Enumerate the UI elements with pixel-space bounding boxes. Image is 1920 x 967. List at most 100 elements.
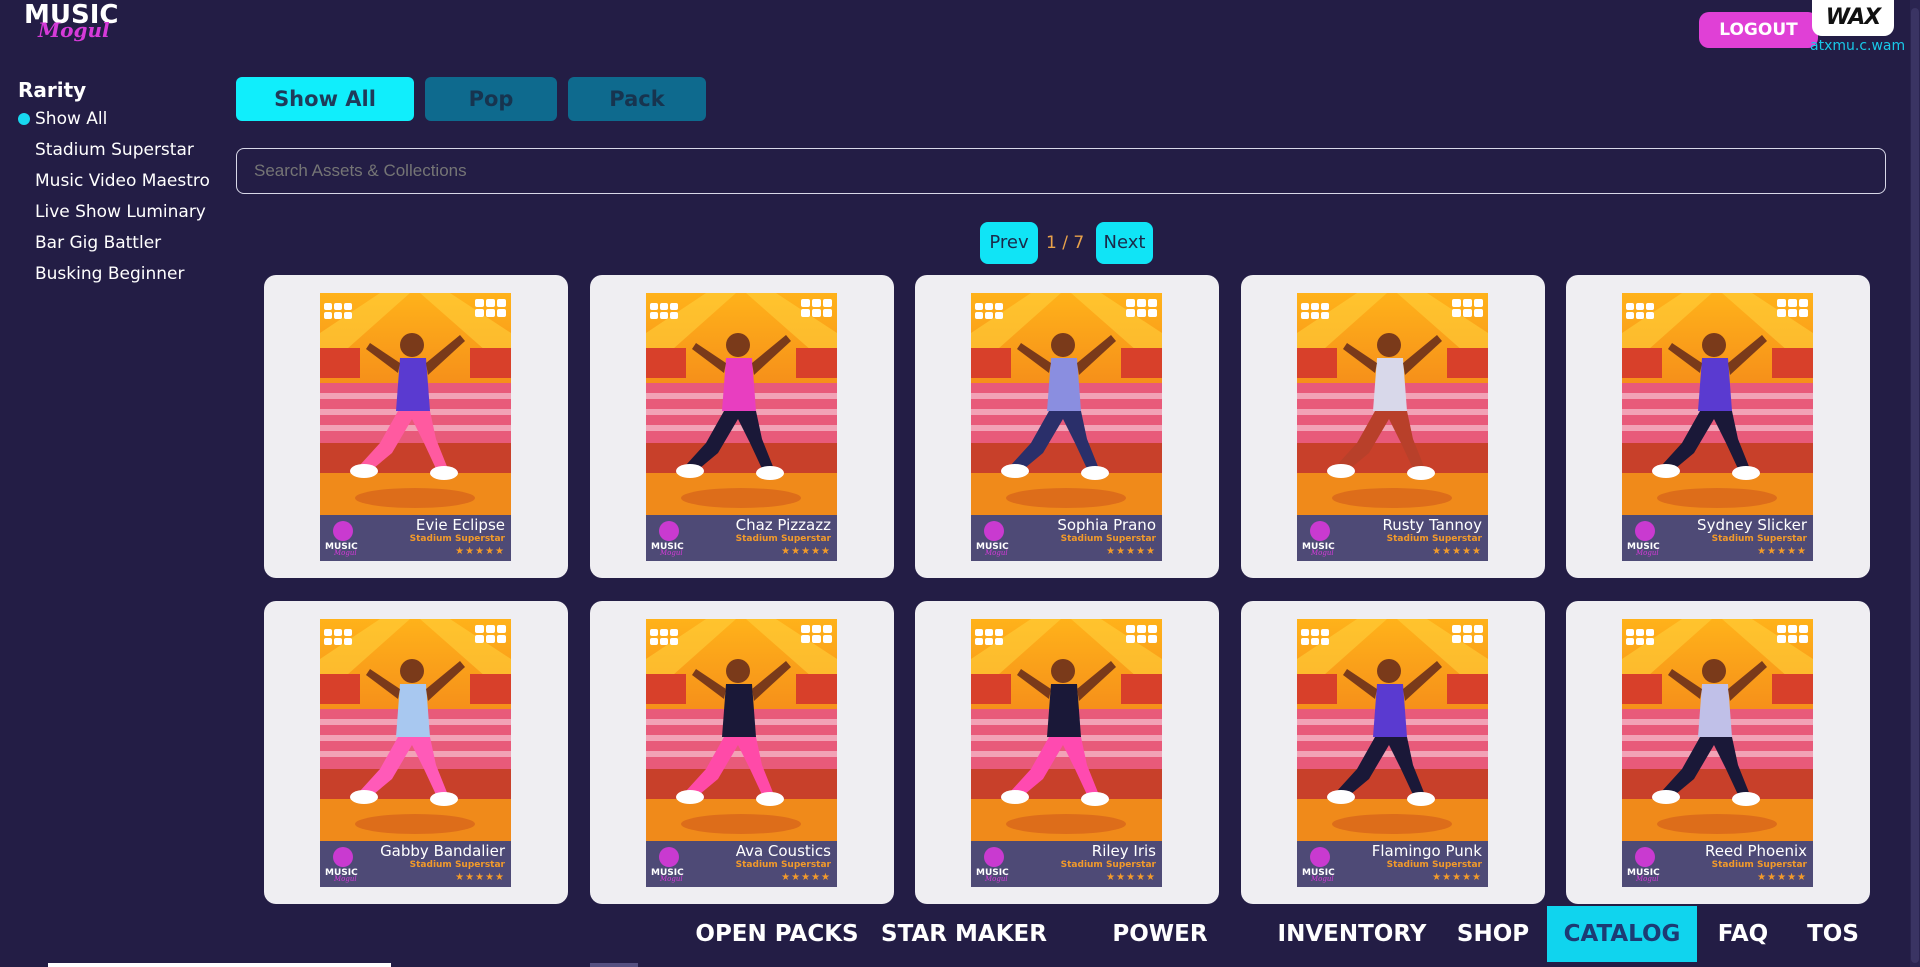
- wax-wallet-badge[interactable]: WAX: [1812, 0, 1894, 36]
- search-input[interactable]: [236, 148, 1886, 194]
- mini-logo-subtext: Mogul: [985, 875, 1008, 883]
- mini-logo-subtext: Mogul: [660, 875, 683, 883]
- music-mogul-mini-logo: MUSIC Mogul: [325, 847, 361, 885]
- selected-dot-icon: [18, 113, 30, 125]
- music-mogul-mini-logo: MUSIC Mogul: [1302, 847, 1338, 885]
- card-artwork: MUSIC Mogul Ava Coustics Stadium Superst…: [646, 619, 837, 887]
- rarity-option-label: Stadium Superstar: [35, 140, 194, 160]
- card-name: Ava Coustics: [735, 842, 831, 860]
- card-artwork: MUSIC Mogul Rusty Tannoy Stadium Superst…: [1297, 293, 1488, 561]
- card-info-band: MUSIC Mogul Flamingo Punk Stadium Supers…: [1297, 841, 1488, 887]
- rarity-option-label: Show All: [35, 109, 108, 129]
- nav-catalog[interactable]: CATALOG: [1547, 906, 1697, 962]
- card-info-band: MUSIC Mogul Sydney Slicker Stadium Super…: [1622, 515, 1813, 561]
- filter-pack-button[interactable]: Pack: [568, 77, 706, 121]
- nav-shop[interactable]: SHOP: [1452, 906, 1534, 962]
- logo-text-mogul: Mogul: [38, 18, 110, 42]
- mini-logo-subtext: Mogul: [334, 549, 357, 557]
- card-artwork: MUSIC Mogul Sydney Slicker Stadium Super…: [1622, 293, 1813, 561]
- asset-card[interactable]: MUSIC Mogul Sophia Prano Stadium Superst…: [915, 275, 1219, 578]
- asset-card[interactable]: MUSIC Mogul Ava Coustics Stadium Superst…: [590, 601, 894, 904]
- card-info-band: MUSIC Mogul Riley Iris Stadium Superstar…: [971, 841, 1162, 887]
- nav-tos[interactable]: TOS: [1796, 906, 1870, 962]
- horizontal-scrollbar-thumb[interactable]: [48, 963, 391, 967]
- filter-pop-button[interactable]: Pop: [425, 77, 557, 121]
- filter-show-all-button[interactable]: Show All: [236, 77, 414, 121]
- card-info-band: MUSIC Mogul Evie Eclipse Stadium Superst…: [320, 515, 511, 561]
- rarity-option-music-video-maestro[interactable]: Music Video Maestro: [18, 169, 210, 200]
- card-name: Riley Iris: [1091, 842, 1156, 860]
- card-artwork: MUSIC Mogul Reed Phoenix Stadium Superst…: [1622, 619, 1813, 887]
- rarity-option-label: Busking Beginner: [35, 264, 185, 284]
- rarity-option-live-show-luminary[interactable]: Live Show Luminary: [18, 200, 210, 231]
- card-info-band: MUSIC Mogul Chaz Pizzazz Stadium Superst…: [646, 515, 837, 561]
- card-artwork: MUSIC Mogul Sophia Prano Stadium Superst…: [971, 293, 1162, 561]
- asset-card[interactable]: MUSIC Mogul Chaz Pizzazz Stadium Superst…: [590, 275, 894, 578]
- card-name: Reed Phoenix: [1704, 842, 1807, 860]
- card-rarity: Stadium Superstar: [1711, 860, 1807, 870]
- music-mogul-mini-logo: MUSIC Mogul: [325, 521, 361, 559]
- nav-faq[interactable]: FAQ: [1707, 906, 1779, 962]
- music-mogul-mini-logo: MUSIC Mogul: [1302, 521, 1338, 559]
- music-mogul-logo[interactable]: MUSIC Mogul: [24, 2, 118, 42]
- card-artwork: MUSIC Mogul Chaz Pizzazz Stadium Superst…: [646, 293, 837, 561]
- card-stars: ★★★★★: [455, 872, 505, 883]
- vertical-scrollbar-thumb[interactable]: [1911, 8, 1919, 963]
- prev-page-button[interactable]: Prev: [980, 222, 1038, 264]
- mini-logo-subtext: Mogul: [1311, 875, 1334, 883]
- page-indicator: 1 / 7: [1046, 233, 1085, 253]
- asset-card[interactable]: MUSIC Mogul Evie Eclipse Stadium Superst…: [264, 275, 568, 578]
- logout-button[interactable]: LOGOUT: [1699, 12, 1818, 48]
- rarity-option-label: Bar Gig Battler: [35, 233, 162, 253]
- card-name: Gabby Bandalier: [380, 842, 505, 860]
- asset-card[interactable]: MUSIC Mogul Sydney Slicker Stadium Super…: [1566, 275, 1870, 578]
- music-mogul-mini-logo: MUSIC Mogul: [1627, 521, 1663, 559]
- card-stars: ★★★★★: [455, 546, 505, 557]
- horizontal-scrollbar-segment: [590, 963, 638, 967]
- music-mogul-mini-logo: MUSIC Mogul: [1627, 847, 1663, 885]
- rarity-option-label: Music Video Maestro: [35, 171, 210, 191]
- rarity-option-busking-beginner[interactable]: Busking Beginner: [18, 262, 210, 293]
- card-info-band: MUSIC Mogul Sophia Prano Stadium Superst…: [971, 515, 1162, 561]
- rarity-option-stadium-superstar[interactable]: Stadium Superstar: [18, 138, 210, 169]
- card-rarity: Stadium Superstar: [1711, 534, 1807, 544]
- nav-power-score[interactable]: POWER SCORE: [1068, 906, 1252, 962]
- card-name: Rusty Tannoy: [1382, 516, 1482, 534]
- card-stars: ★★★★★: [1432, 872, 1482, 883]
- card-artwork: MUSIC Mogul Gabby Bandalier Stadium Supe…: [320, 619, 511, 887]
- rarity-option-bar-gig-battler[interactable]: Bar Gig Battler: [18, 231, 210, 262]
- card-stars: ★★★★★: [781, 546, 831, 557]
- mini-logo-subtext: Mogul: [1311, 549, 1334, 557]
- card-rarity: Stadium Superstar: [1386, 534, 1482, 544]
- rarity-option-label: Live Show Luminary: [35, 202, 206, 222]
- card-stars: ★★★★★: [781, 872, 831, 883]
- asset-card[interactable]: MUSIC Mogul Flamingo Punk Stadium Supers…: [1241, 601, 1545, 904]
- card-artwork: MUSIC Mogul Flamingo Punk Stadium Supers…: [1297, 619, 1488, 887]
- music-mogul-mini-logo: MUSIC Mogul: [651, 521, 687, 559]
- card-stars: ★★★★★: [1757, 546, 1807, 557]
- nav-star-maker[interactable]: STAR MAKER: [874, 906, 1054, 962]
- card-rarity: Stadium Superstar: [735, 534, 831, 544]
- card-info-band: MUSIC Mogul Reed Phoenix Stadium Superst…: [1622, 841, 1813, 887]
- rarity-option-show-all[interactable]: Show All: [18, 107, 210, 138]
- card-info-band: MUSIC Mogul Gabby Bandalier Stadium Supe…: [320, 841, 511, 887]
- card-rarity: Stadium Superstar: [1060, 534, 1156, 544]
- asset-card[interactable]: MUSIC Mogul Reed Phoenix Stadium Superst…: [1566, 601, 1870, 904]
- mini-logo-subtext: Mogul: [985, 549, 1008, 557]
- card-name: Sophia Prano: [1057, 516, 1156, 534]
- asset-card[interactable]: MUSIC Mogul Rusty Tannoy Stadium Superst…: [1241, 275, 1545, 578]
- nav-open-packs[interactable]: OPEN PACKS: [692, 906, 862, 962]
- asset-card[interactable]: MUSIC Mogul Riley Iris Stadium Superstar…: [915, 601, 1219, 904]
- card-info-band: MUSIC Mogul Ava Coustics Stadium Superst…: [646, 841, 837, 887]
- mini-logo-subtext: Mogul: [1636, 549, 1659, 557]
- card-name: Flamingo Punk: [1371, 842, 1482, 860]
- next-page-button[interactable]: Next: [1096, 222, 1153, 264]
- mini-logo-subtext: Mogul: [334, 875, 357, 883]
- nav-inventory[interactable]: INVENTORY: [1270, 906, 1434, 962]
- music-mogul-mini-logo: MUSIC Mogul: [651, 847, 687, 885]
- music-mogul-mini-logo: MUSIC Mogul: [976, 521, 1012, 559]
- card-rarity: Stadium Superstar: [735, 860, 831, 870]
- asset-card[interactable]: MUSIC Mogul Gabby Bandalier Stadium Supe…: [264, 601, 568, 904]
- card-stars: ★★★★★: [1106, 546, 1156, 557]
- rarity-filter-list: Show All Stadium Superstar Music Video M…: [18, 107, 210, 293]
